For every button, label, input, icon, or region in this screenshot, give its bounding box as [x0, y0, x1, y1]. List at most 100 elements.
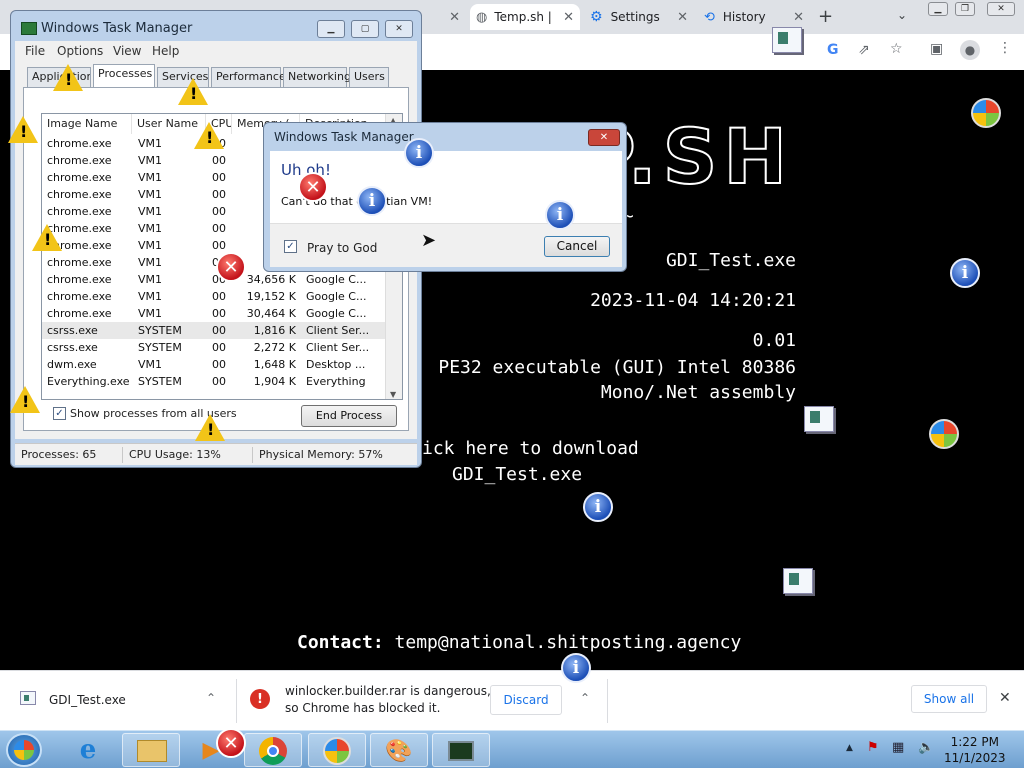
- process-image-name: chrome.exe: [47, 205, 112, 218]
- pray-checkbox[interactable]: ✓: [284, 240, 297, 253]
- process-user-name: VM1: [138, 358, 163, 371]
- tab-performance[interactable]: Performance: [211, 67, 286, 87]
- start-button[interactable]: [6, 733, 42, 767]
- process-cpu: 00: [212, 188, 226, 201]
- process-description: Google C...: [306, 290, 367, 303]
- table-row[interactable]: dwm.exe VM1 00 1,648 K Desktop ...: [42, 356, 387, 373]
- status-cpu: CPU Usage: 13%: [122, 447, 252, 463]
- document-icon: [772, 27, 802, 53]
- app-taskbar-button[interactable]: [308, 733, 366, 767]
- pray-checkbox-label: Pray to God: [307, 241, 378, 255]
- new-tab-button[interactable]: +: [818, 6, 833, 27]
- tab-search-chevron-icon[interactable]: ⌄: [897, 8, 907, 22]
- globe-app-icon: [323, 737, 351, 765]
- table-row[interactable]: csrss.exe SYSTEM 00 1,816 K Client Ser...: [42, 322, 387, 339]
- process-cpu: 00: [212, 324, 226, 337]
- minimize-button[interactable]: ▁: [317, 20, 345, 38]
- action-center-flag-icon[interactable]: ⚑: [867, 740, 879, 755]
- discard-button[interactable]: Discard: [490, 685, 562, 715]
- internet-explorer-icon[interactable]: e: [72, 735, 104, 765]
- divider: [236, 679, 237, 723]
- process-memory: 1,816 K: [253, 324, 296, 337]
- process-memory: 19,152 K: [246, 290, 296, 303]
- contact-line: Contact: temp@national.shitposting.agenc…: [297, 632, 741, 653]
- task-manager-taskbar-button[interactable]: [432, 733, 490, 767]
- process-image-name: chrome.exe: [47, 137, 112, 150]
- info-icon: i: [545, 200, 575, 230]
- side-panel-icon[interactable]: ▣: [930, 41, 943, 57]
- process-memory: 30,464 K: [246, 307, 296, 320]
- tab-settings[interactable]: ⚙ Settings ✕: [584, 4, 694, 30]
- process-cpu: 00: [212, 307, 226, 320]
- document-icon: [783, 568, 813, 594]
- system-clock[interactable]: 1:22 PM 11/1/2023: [944, 734, 1006, 766]
- profile-avatar[interactable]: ●: [960, 40, 980, 60]
- task-manager-app-icon: [21, 22, 37, 35]
- chevron-up-icon[interactable]: ⌃: [206, 691, 216, 705]
- download-link[interactable]: ick here to download: [422, 438, 639, 459]
- minimize-button[interactable]: ▁: [928, 2, 948, 16]
- file-type: PE32 executable (GUI) Intel 80386: [438, 357, 796, 378]
- contact-email[interactable]: temp@national.shitposting.agency: [395, 632, 742, 653]
- table-row[interactable]: Everything.exe SYSTEM 00 1,904 K Everything: [42, 373, 387, 390]
- network-icon[interactable]: ▦: [892, 740, 904, 755]
- maximize-button[interactable]: ▢: [351, 20, 379, 38]
- tab-close-icon[interactable]: ✕: [449, 10, 460, 25]
- scroll-down-icon[interactable]: ▼: [390, 390, 396, 399]
- contact-label: Contact:: [297, 632, 384, 653]
- menu-help[interactable]: Help: [152, 44, 179, 58]
- table-row[interactable]: chrome.exe VM1 00 19,152 K Google C...: [42, 288, 387, 305]
- maximize-button[interactable]: ❐: [955, 2, 975, 16]
- table-row[interactable]: csrss.exe SYSTEM 00 2,272 K Client Ser...: [42, 339, 387, 356]
- process-user-name: VM1: [138, 154, 163, 167]
- chevron-up-icon[interactable]: ⌃: [580, 691, 590, 705]
- close-download-bar-icon[interactable]: ✕: [999, 690, 1011, 706]
- show-all-button[interactable]: Show all: [911, 685, 987, 713]
- close-button[interactable]: ✕: [385, 20, 413, 38]
- process-user-name: SYSTEM: [138, 375, 182, 388]
- tab-close-icon[interactable]: ✕: [563, 10, 574, 25]
- share-icon[interactable]: ⇗: [858, 42, 870, 58]
- download-link-filename[interactable]: GDI_Test.exe: [452, 464, 582, 485]
- process-description: Google C...: [306, 273, 367, 286]
- tab-networking[interactable]: Networking: [283, 67, 351, 87]
- process-description: Client Ser...: [306, 324, 370, 337]
- process-memory: 1,904 K: [253, 375, 296, 388]
- chrome-taskbar-button[interactable]: [244, 733, 302, 767]
- tab-processes[interactable]: Processes: [93, 64, 155, 87]
- tab-active[interactable]: ◍ Temp.sh | ✕: [470, 4, 580, 30]
- process-image-name: chrome.exe: [47, 290, 112, 303]
- process-image-name: chrome.exe: [47, 307, 112, 320]
- error-icon: ✕: [216, 728, 246, 758]
- menu-view[interactable]: View: [113, 44, 141, 58]
- explorer-taskbar-button[interactable]: [122, 733, 180, 767]
- process-user-name: VM1: [138, 290, 163, 303]
- process-cpu: 00: [212, 341, 226, 354]
- column-image-name[interactable]: Image Name: [42, 114, 132, 134]
- tab-users[interactable]: Users: [349, 67, 389, 87]
- menu-file[interactable]: File: [25, 44, 45, 58]
- process-cpu: 00: [212, 290, 226, 303]
- close-button[interactable]: ✕: [987, 2, 1015, 16]
- process-image-name: chrome.exe: [47, 171, 112, 184]
- tray-expand-icon[interactable]: ▲: [846, 743, 853, 753]
- table-row[interactable]: chrome.exe VM1 00 34,656 K Google C...: [42, 271, 387, 288]
- cancel-button[interactable]: Cancel: [544, 236, 610, 257]
- windows-logo-icon: [971, 98, 1001, 128]
- menu-options[interactable]: Options: [57, 44, 103, 58]
- paint-taskbar-button[interactable]: 🎨: [370, 733, 428, 767]
- dialog-close-button[interactable]: ✕: [588, 129, 620, 146]
- google-icon[interactable]: G: [827, 42, 839, 58]
- kebab-menu-icon[interactable]: ⋮: [998, 40, 1012, 56]
- process-image-name: dwm.exe: [47, 358, 97, 371]
- show-all-users-checkbox[interactable]: ✓: [53, 407, 66, 420]
- bookmark-star-icon[interactable]: ☆: [890, 41, 903, 57]
- tab-close-icon[interactable]: ✕: [793, 10, 804, 25]
- tab-close-icon[interactable]: ✕: [677, 10, 688, 25]
- volume-icon[interactable]: 🔈: [918, 740, 934, 755]
- table-row[interactable]: chrome.exe VM1 00 30,464 K Google C...: [42, 305, 387, 322]
- end-process-button[interactable]: End Process: [301, 405, 397, 427]
- download-item-filename[interactable]: GDI_Test.exe: [49, 693, 126, 707]
- process-user-name: VM1: [138, 222, 163, 235]
- warning-icon: !: [194, 122, 224, 149]
